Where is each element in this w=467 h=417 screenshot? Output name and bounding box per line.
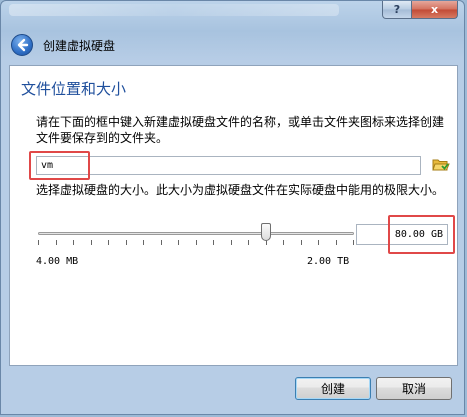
back-arrow-icon	[17, 38, 29, 52]
slider-tick	[318, 240, 319, 245]
dialog-window: ? x 创建虚拟硬盘 文件位置和大小 请在下面的框中键入新建虚拟硬盘文件的名称，…	[0, 0, 465, 415]
size-min-label: 4.00 MB	[36, 256, 79, 267]
help-button[interactable]: ?	[382, 1, 412, 19]
slider-tick	[213, 240, 214, 245]
slider-tick	[231, 240, 232, 245]
folder-open-icon	[432, 159, 450, 171]
slider-tick	[196, 240, 197, 245]
size-slider-track[interactable]	[38, 232, 354, 235]
create-button[interactable]: 创建	[295, 377, 371, 400]
slider-tick	[301, 240, 302, 245]
slider-tick	[91, 240, 92, 245]
choose-folder-button[interactable]	[430, 154, 452, 176]
slider-tick	[336, 240, 337, 245]
location-description: 请在下面的框中键入新建虚拟硬盘文件的名称，或单击文件夹图标来选择创建文件要保存到…	[36, 115, 445, 145]
slider-tick	[143, 240, 144, 245]
size-input[interactable]	[356, 224, 448, 245]
slider-tick	[248, 240, 249, 245]
cancel-button[interactable]: 取消	[376, 377, 452, 400]
slider-tick	[126, 240, 127, 245]
slider-tick	[38, 240, 39, 245]
wizard-title: 创建虚拟硬盘	[43, 39, 116, 53]
page-title: 文件位置和大小	[21, 80, 127, 98]
slider-tick	[73, 240, 74, 245]
content-panel: 文件位置和大小 请在下面的框中键入新建虚拟硬盘文件的名称，或单击文件夹图标来选择…	[9, 65, 458, 366]
slider-tick	[56, 240, 57, 245]
slider-tick	[353, 240, 354, 245]
size-max-label: 2.00 TB	[307, 256, 350, 267]
close-button[interactable]: x	[411, 1, 458, 19]
slider-tick	[108, 240, 109, 245]
titlebar-blurred-area	[9, 4, 339, 16]
file-name-input[interactable]	[36, 156, 421, 175]
size-description: 选择虚拟硬盘的大小。此大小为虚拟硬盘文件在实际硬盘中能用的极限大小。	[36, 183, 445, 197]
back-button[interactable]	[11, 34, 33, 56]
slider-tick	[161, 240, 162, 245]
slider-tick	[283, 240, 284, 245]
size-slider-thumb[interactable]	[261, 223, 271, 241]
size-slider-ticks	[38, 240, 354, 246]
slider-tick	[178, 240, 179, 245]
